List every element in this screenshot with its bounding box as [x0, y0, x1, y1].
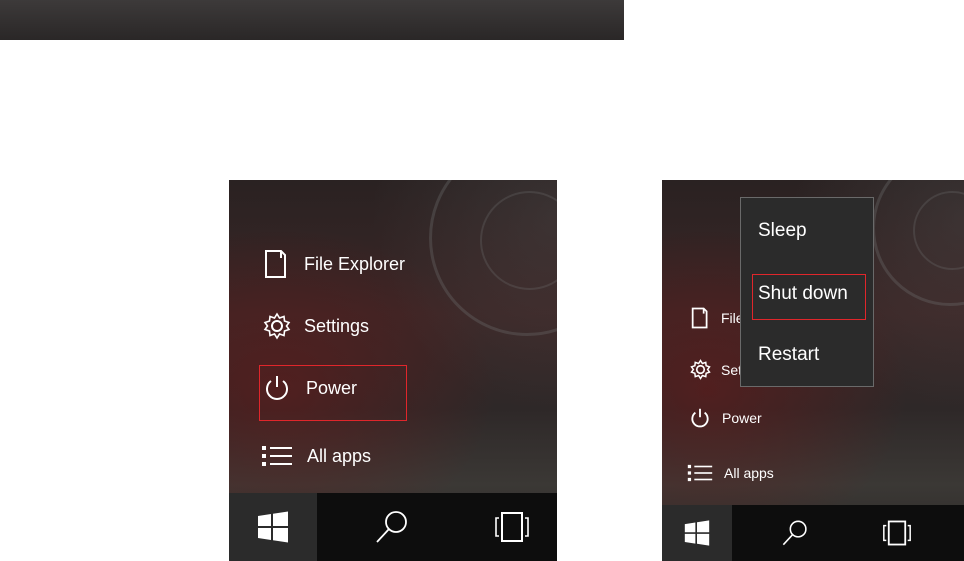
search-icon [376, 511, 407, 543]
power-flyout-menu: Sleep Shut down Restart [740, 197, 874, 387]
taskbar [229, 493, 557, 561]
power-icon [691, 408, 709, 428]
file-explorer-icon [265, 250, 286, 278]
menu-item-label: All apps [724, 465, 774, 481]
start-menu-left: File Explorer Settings Power All apps [229, 180, 557, 561]
start-button[interactable] [229, 493, 317, 561]
power-highlight-box [259, 365, 407, 421]
menu-item-label: All apps [307, 445, 372, 466]
list-icon [262, 446, 292, 466]
search-button[interactable] [317, 493, 467, 561]
menu-item-all-apps[interactable]: All apps [261, 445, 371, 467]
task-view-button[interactable] [467, 493, 557, 561]
windows-start-icon [684, 520, 710, 546]
menu-item-label: File Explorer [304, 253, 406, 274]
flyout-item-restart[interactable]: Restart [758, 344, 819, 366]
search-icon [782, 520, 807, 546]
file-explorer-icon [691, 307, 708, 329]
menu-item-file-explorer[interactable]: File Explorer [264, 249, 405, 279]
menu-item-label: Settings [304, 315, 370, 336]
flyout-item-sleep[interactable]: Sleep [758, 220, 807, 242]
start-button[interactable] [662, 505, 732, 561]
shut-down-highlight-box [752, 274, 866, 320]
window-title-bar [0, 0, 624, 40]
background-wheel [429, 180, 557, 336]
search-button[interactable] [732, 505, 857, 561]
gear-icon [690, 359, 711, 380]
task-view-icon [883, 520, 911, 546]
start-menu-right: File Explorer Settings Power All apps Sl… [662, 180, 964, 561]
background-wheel [872, 180, 964, 306]
menu-item-all-apps[interactable]: All apps [687, 464, 774, 482]
menu-item-label: Power [722, 410, 762, 426]
menu-item-power[interactable]: Power [690, 407, 762, 429]
gear-icon [263, 312, 291, 340]
taskbar [662, 505, 964, 561]
list-icon [687, 464, 713, 482]
menu-item-settings[interactable]: Settings [263, 312, 369, 340]
task-view-icon [495, 512, 529, 542]
task-view-button[interactable] [857, 505, 937, 561]
windows-start-icon [258, 511, 288, 543]
